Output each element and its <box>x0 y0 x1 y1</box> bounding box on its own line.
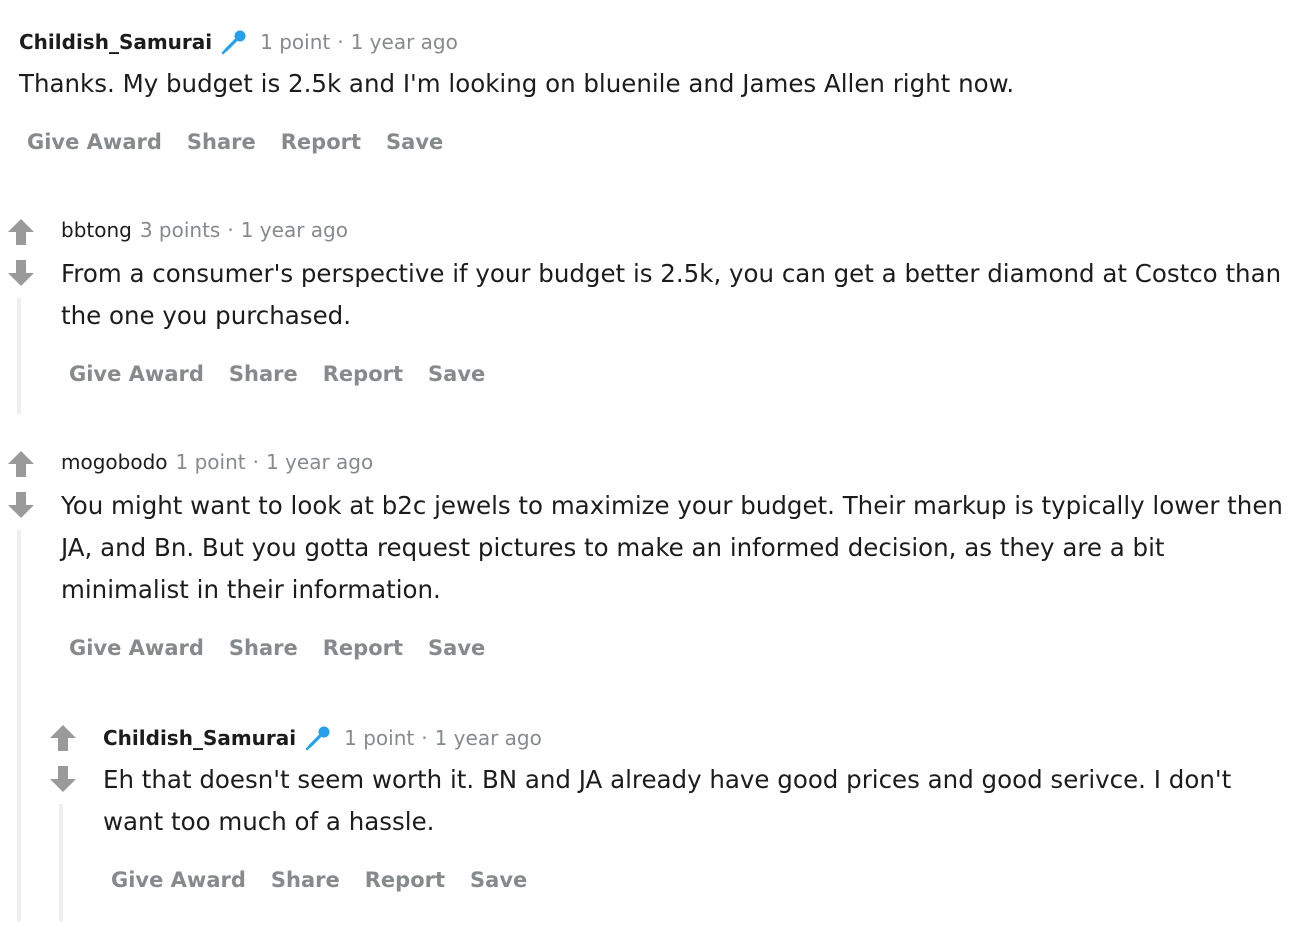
upvote-arrow-icon[interactable] <box>6 217 36 247</box>
microphone-icon <box>305 726 330 751</box>
points: 1 point <box>344 726 415 750</box>
save-button[interactable]: Save <box>470 866 527 894</box>
downvote-arrow-icon[interactable] <box>6 258 36 288</box>
downvote-arrow-icon[interactable] <box>6 490 36 520</box>
thread-line[interactable] <box>59 804 63 922</box>
separator: · <box>252 450 259 474</box>
username-link[interactable]: bbtong <box>61 218 132 242</box>
microphone-icon <box>221 30 246 55</box>
save-button[interactable]: Save <box>386 128 443 156</box>
report-button[interactable]: Report <box>281 128 361 156</box>
comment-meta: Childish_Samurai 1 point · 1 year ago <box>103 724 542 752</box>
comment-meta: Childish_Samurai 1 point · 1 year ago <box>19 28 458 56</box>
comment-body: From a consumer's perspective if your bu… <box>61 259 1282 330</box>
comment-actions: Give Award Share Report Save <box>69 634 510 662</box>
points: 1 point <box>260 30 331 54</box>
timestamp[interactable]: 1 year ago <box>241 218 348 242</box>
separator: · <box>227 218 234 242</box>
separator: · <box>337 30 344 54</box>
timestamp[interactable]: 1 year ago <box>266 450 373 474</box>
share-button[interactable]: Share <box>187 128 256 156</box>
points: 3 points <box>139 218 221 242</box>
give-award-button[interactable]: Give Award <box>69 634 204 662</box>
report-button[interactable]: Report <box>365 866 445 894</box>
timestamp[interactable]: 1 year ago <box>435 726 542 750</box>
username-link[interactable]: Childish_Samurai <box>19 30 212 54</box>
save-button[interactable]: Save <box>428 634 485 662</box>
comment-body: Thanks. My budget is 2.5k and I'm lookin… <box>19 69 1015 98</box>
thread-line[interactable] <box>17 298 21 414</box>
report-button[interactable]: Report <box>323 360 403 388</box>
share-button[interactable]: Share <box>229 634 298 662</box>
downvote-arrow-icon[interactable] <box>48 764 78 794</box>
give-award-button[interactable]: Give Award <box>69 360 204 388</box>
upvote-arrow-icon[interactable] <box>6 449 36 479</box>
comment-meta: mogobodo 1 point · 1 year ago <box>61 450 373 474</box>
comment-meta: bbtong 3 points · 1 year ago <box>61 218 348 242</box>
thread-line[interactable] <box>17 530 21 922</box>
share-button[interactable]: Share <box>229 360 298 388</box>
comment-actions: Give Award Share Report Save <box>69 360 510 388</box>
report-button[interactable]: Report <box>323 634 403 662</box>
upvote-arrow-icon[interactable] <box>48 723 78 753</box>
give-award-button[interactable]: Give Award <box>111 866 246 894</box>
comment-actions: Give Award Share Report Save <box>111 866 552 894</box>
timestamp[interactable]: 1 year ago <box>351 30 458 54</box>
username-link[interactable]: mogobodo <box>61 450 168 474</box>
comment-body: You might want to look at b2c jewels to … <box>61 491 1283 604</box>
save-button[interactable]: Save <box>428 360 485 388</box>
comment-body: Eh that doesn't seem worth it. BN and JA… <box>103 765 1232 836</box>
share-button[interactable]: Share <box>271 866 340 894</box>
separator: · <box>421 726 428 750</box>
comment-actions: Give Award Share Report Save <box>27 128 468 156</box>
give-award-button[interactable]: Give Award <box>27 128 162 156</box>
points: 1 point <box>175 450 246 474</box>
username-link[interactable]: Childish_Samurai <box>103 726 296 750</box>
